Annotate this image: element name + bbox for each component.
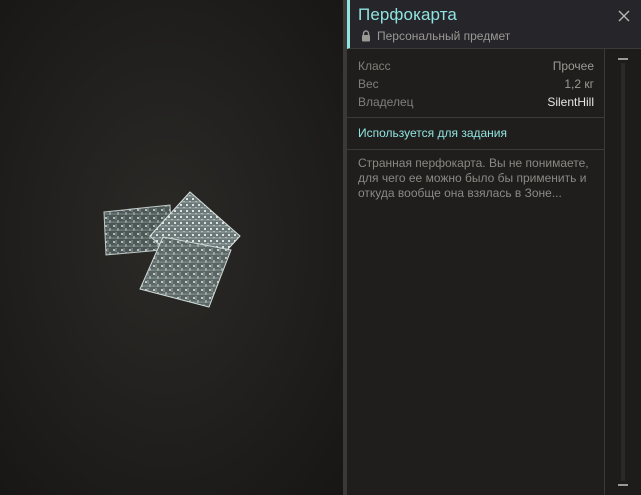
scroll-up-handle[interactable] — [618, 58, 628, 60]
quest-note: Используется для задания — [358, 126, 508, 140]
lock-icon — [361, 30, 371, 42]
close-icon[interactable] — [617, 9, 631, 23]
property-label: Вес — [358, 77, 379, 91]
divider — [347, 117, 604, 118]
subtitle-text: Персональный предмет — [377, 29, 511, 43]
item-info-panel: Перфокарта Персональный предмет Класс Пр… — [347, 0, 641, 495]
item-properties: Класс Прочее Вес 1,2 кг Владелец SilentH… — [358, 57, 594, 111]
scrollbar[interactable] — [604, 49, 641, 495]
divider — [347, 149, 604, 150]
property-value: 1,2 кг — [564, 77, 594, 91]
property-weight: Вес 1,2 кг — [358, 75, 594, 93]
item-details: Класс Прочее Вес 1,2 кг Владелец SilentH… — [347, 49, 604, 495]
property-owner: Владелец SilentHill — [358, 93, 594, 111]
property-class: Класс Прочее — [358, 57, 594, 75]
property-value: Прочее — [552, 59, 594, 73]
item-header: Перфокарта Персональный предмет — [347, 0, 641, 49]
item-description: Странная перфокарта. Вы не понимаете, дл… — [358, 156, 589, 200]
item-title: Перфокарта — [358, 5, 457, 24]
property-value: SilentHill — [547, 95, 594, 109]
item-subtitle: Персональный предмет — [361, 28, 510, 44]
scroll-track[interactable] — [621, 63, 625, 481]
item-preview-area[interactable] — [0, 0, 343, 495]
circuit-board-cards-image — [103, 191, 241, 308]
scroll-down-handle[interactable] — [618, 484, 628, 486]
property-label: Класс — [358, 59, 391, 73]
property-label: Владелец — [358, 95, 414, 109]
